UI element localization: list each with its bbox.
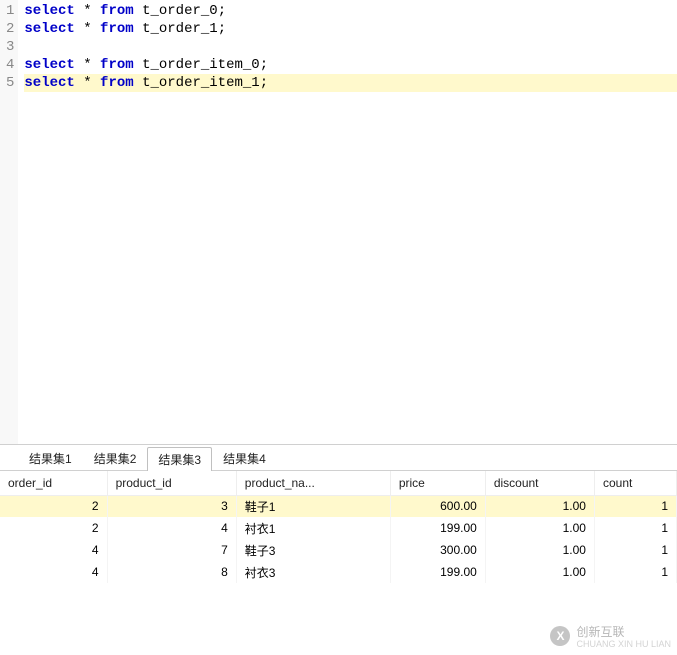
- line-number: 5: [6, 74, 14, 92]
- table-cell[interactable]: 鞋子3: [236, 539, 390, 561]
- column-header[interactable]: product_na...: [236, 471, 390, 495]
- line-number-gutter: 12345: [0, 0, 18, 444]
- table-cell[interactable]: 1: [594, 517, 676, 539]
- table-cell[interactable]: 鞋子1: [236, 495, 390, 517]
- table-cell[interactable]: 8: [107, 561, 236, 583]
- watermark-subtext: CHUANG XIN HU LIAN: [576, 640, 671, 649]
- table-cell[interactable]: 衬衣3: [236, 561, 390, 583]
- table-cell[interactable]: 199.00: [390, 517, 485, 539]
- line-number: 2: [6, 20, 14, 38]
- table-cell[interactable]: 衬衣1: [236, 517, 390, 539]
- results-table[interactable]: order_idproduct_idproduct_na...pricedisc…: [0, 471, 677, 583]
- result-tab-2[interactable]: 结果集2: [83, 446, 148, 470]
- result-tab-3[interactable]: 结果集3: [147, 447, 212, 471]
- line-number: 3: [6, 38, 14, 56]
- table-cell[interactable]: 4: [107, 517, 236, 539]
- column-header[interactable]: discount: [485, 471, 594, 495]
- table-cell[interactable]: 1: [594, 539, 676, 561]
- table-cell[interactable]: 1.00: [485, 517, 594, 539]
- table-cell[interactable]: 1: [594, 495, 676, 517]
- table-cell[interactable]: 1.00: [485, 495, 594, 517]
- code-line[interactable]: [24, 38, 677, 56]
- table-cell[interactable]: 300.00: [390, 539, 485, 561]
- code-line[interactable]: select * from t_order_0;: [24, 2, 677, 20]
- code-line[interactable]: select * from t_order_1;: [24, 20, 677, 38]
- table-cell[interactable]: 4: [0, 539, 107, 561]
- column-header[interactable]: order_id: [0, 471, 107, 495]
- line-number: 1: [6, 2, 14, 20]
- code-area[interactable]: select * from t_order_0;select * from t_…: [18, 0, 677, 444]
- result-tab-4[interactable]: 结果集4: [212, 446, 277, 470]
- table-row[interactable]: 48衬衣3199.001.001: [0, 561, 677, 583]
- table-cell[interactable]: 1: [594, 561, 676, 583]
- table-cell[interactable]: 1.00: [485, 561, 594, 583]
- result-tabs: 结果集1结果集2结果集3结果集4: [0, 445, 677, 471]
- watermark-icon: X: [550, 626, 570, 646]
- table-cell[interactable]: 3: [107, 495, 236, 517]
- code-line[interactable]: select * from t_order_item_1;: [24, 74, 677, 92]
- table-cell[interactable]: 1.00: [485, 539, 594, 561]
- watermark: X 创新互联 CHUANG XIN HU LIAN: [550, 623, 671, 649]
- table-cell[interactable]: 600.00: [390, 495, 485, 517]
- table-cell[interactable]: 199.00: [390, 561, 485, 583]
- table-cell[interactable]: 2: [0, 495, 107, 517]
- table-row[interactable]: 24衬衣1199.001.001: [0, 517, 677, 539]
- column-header[interactable]: product_id: [107, 471, 236, 495]
- table-row[interactable]: 23鞋子1600.001.001: [0, 495, 677, 517]
- sql-editor[interactable]: 12345 select * from t_order_0;select * f…: [0, 0, 677, 444]
- code-line[interactable]: select * from t_order_item_0;: [24, 56, 677, 74]
- table-header-row: order_idproduct_idproduct_na...pricedisc…: [0, 471, 677, 495]
- watermark-text: 创新互联: [576, 625, 624, 639]
- column-header[interactable]: price: [390, 471, 485, 495]
- line-number: 4: [6, 56, 14, 74]
- table-row[interactable]: 47鞋子3300.001.001: [0, 539, 677, 561]
- column-header[interactable]: count: [594, 471, 676, 495]
- table-cell[interactable]: 2: [0, 517, 107, 539]
- table-cell[interactable]: 7: [107, 539, 236, 561]
- table-cell[interactable]: 4: [0, 561, 107, 583]
- result-tab-1[interactable]: 结果集1: [18, 446, 83, 470]
